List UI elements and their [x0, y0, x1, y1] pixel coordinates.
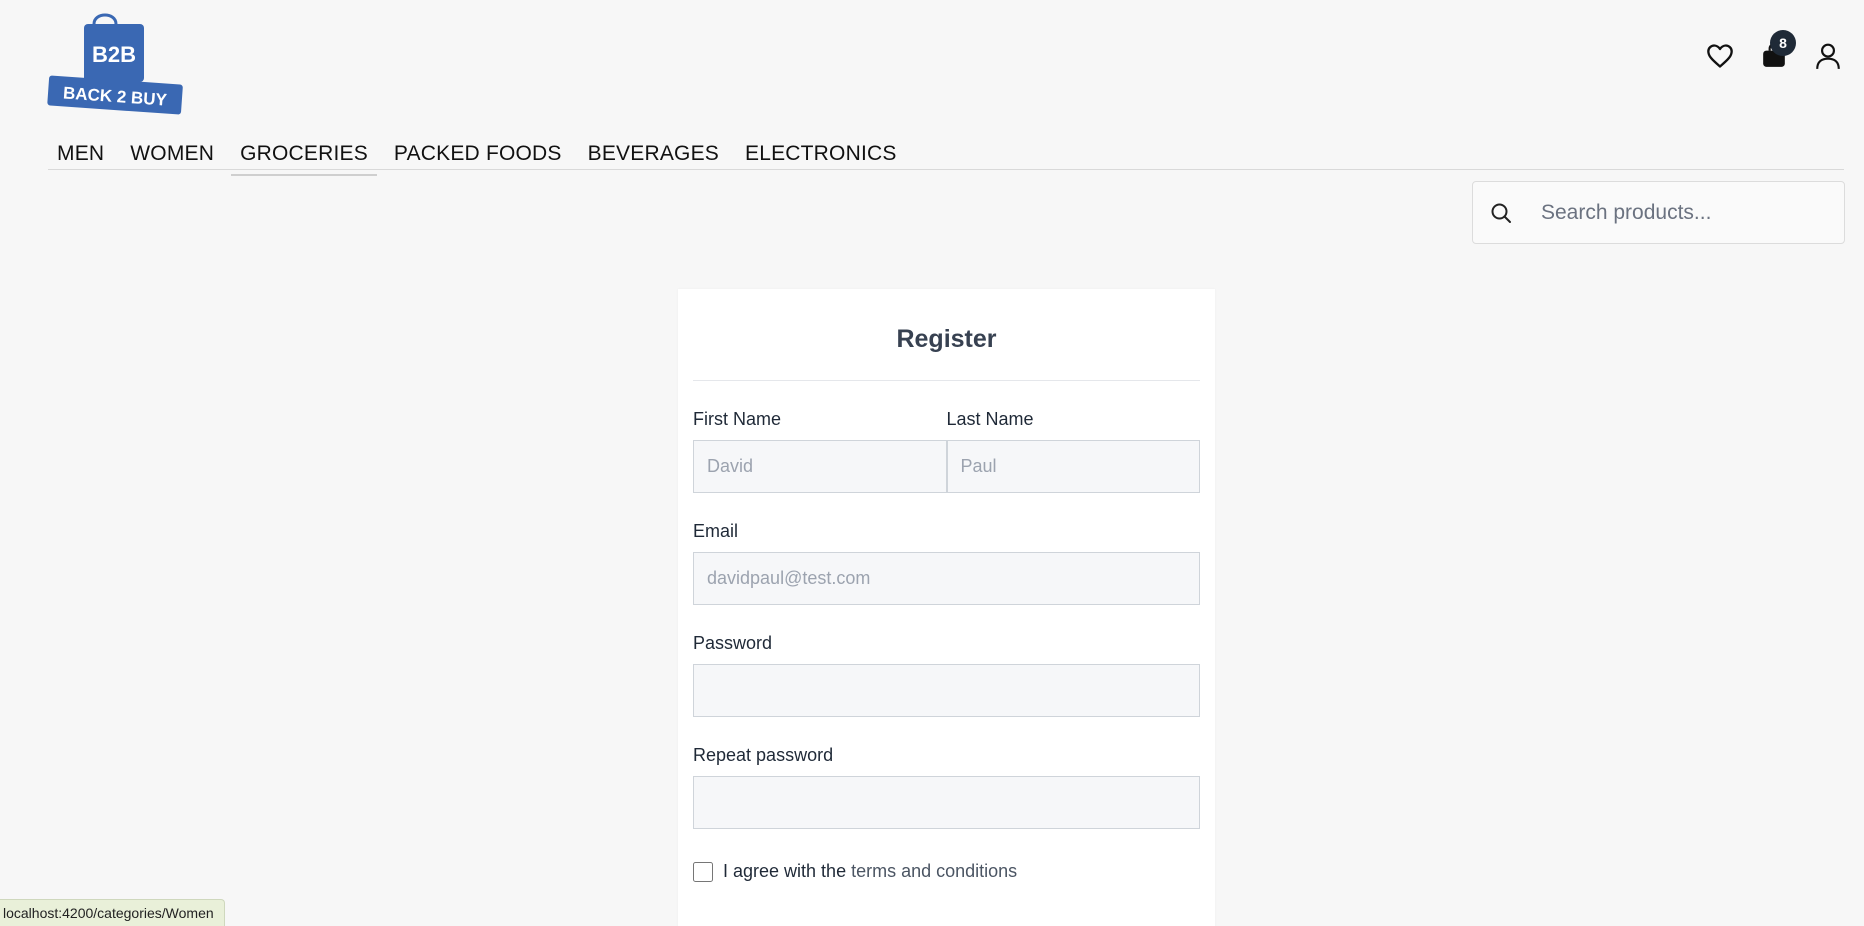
email-field[interactable]	[693, 552, 1200, 605]
shopping-bag-logo-icon: B2B BACK 2 BUY	[47, 13, 183, 115]
nav-item-women[interactable]: WOMEN	[121, 136, 223, 174]
repeat-password-field[interactable]	[693, 776, 1200, 829]
account-button[interactable]	[1812, 40, 1844, 72]
nav-item-men[interactable]: MEN	[48, 136, 113, 174]
category-nav: MEN WOMEN GROCERIES PACKED FOODS BEVERAG…	[48, 136, 1844, 176]
repeat-password-group: Repeat password	[693, 745, 1200, 829]
browser-status-bar: localhost:4200/categories/Women	[0, 899, 225, 926]
nav-item-beverages[interactable]: BEVERAGES	[579, 136, 728, 174]
search-box	[1472, 181, 1845, 244]
repeat-password-label: Repeat password	[693, 745, 834, 765]
nav-item-packed-foods[interactable]: PACKED FOODS	[385, 136, 571, 174]
title-divider	[693, 380, 1200, 381]
password-group: Password	[693, 633, 1200, 717]
search-input[interactable]	[1541, 200, 1831, 225]
first-name-label: First Name	[693, 409, 782, 429]
header-actions: 8	[1704, 30, 1844, 72]
first-name-field[interactable]	[693, 440, 947, 493]
cart-button[interactable]: 8	[1758, 30, 1796, 72]
terms-agreement: I agree with the terms and conditions	[693, 861, 1200, 882]
register-card: Register First Name Last Name Email Pass…	[678, 289, 1215, 926]
email-group: Email	[693, 521, 1200, 605]
search-icon[interactable]	[1473, 201, 1529, 225]
nav-item-electronics[interactable]: ELECTRONICS	[736, 136, 906, 174]
last-name-group: Last Name	[946, 409, 1200, 493]
first-name-group: First Name	[693, 409, 947, 493]
name-row: First Name Last Name	[693, 409, 1200, 493]
agree-label: I agree with the	[723, 861, 847, 881]
nav-item-groceries[interactable]: GROCERIES	[231, 136, 377, 176]
brand-logo[interactable]: B2B BACK 2 BUY	[46, 10, 184, 116]
status-url: localhost:4200/categories/Women	[3, 905, 214, 921]
register-title: Register	[896, 325, 997, 353]
password-label: Password	[693, 633, 773, 653]
logo-mark: B2B	[92, 42, 136, 67]
last-name-field[interactable]	[946, 440, 1200, 493]
wishlist-button[interactable]	[1704, 40, 1736, 72]
terms-link[interactable]: terms and conditions	[851, 861, 1017, 882]
last-name-label: Last Name	[946, 409, 1034, 429]
terms-checkbox[interactable]	[693, 861, 713, 882]
password-field[interactable]	[693, 664, 1200, 717]
user-icon	[1816, 43, 1840, 69]
heart-icon	[1707, 44, 1733, 68]
cart-count-badge: 8	[1770, 30, 1796, 56]
email-label: Email	[693, 521, 739, 541]
